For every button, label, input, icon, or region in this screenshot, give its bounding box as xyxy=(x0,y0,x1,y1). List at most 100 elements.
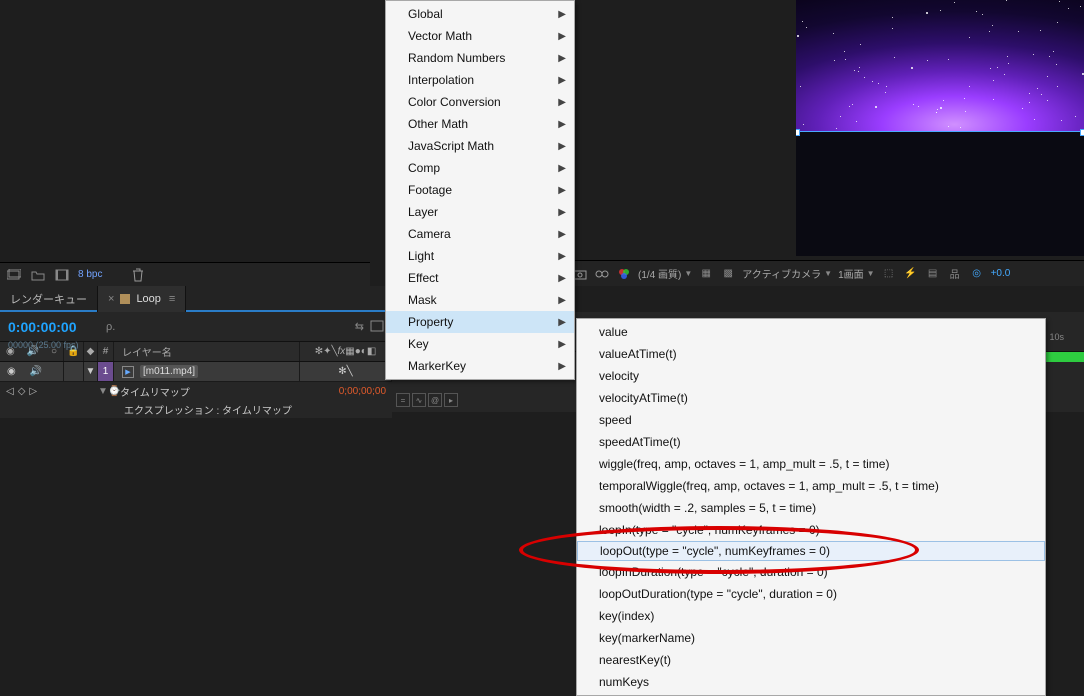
label-column-icon[interactable]: ◆ xyxy=(87,346,95,357)
new-folder-icon[interactable] xyxy=(30,268,46,282)
next-key-icon[interactable]: ▷ xyxy=(29,386,37,397)
menu-item-key[interactable]: Key▶ xyxy=(386,333,574,355)
menu-item-random-numbers[interactable]: Random Numbers▶ xyxy=(386,47,574,69)
submenu-item[interactable]: key(markerName) xyxy=(577,627,1045,649)
camera-dropdown[interactable]: アクティブカメラ▼ xyxy=(742,266,832,281)
submenu-item[interactable]: key(index) xyxy=(577,605,1045,627)
new-comp-icon[interactable] xyxy=(54,268,70,282)
project-bit-depth[interactable]: 8 bpc xyxy=(78,269,102,280)
submenu-item[interactable]: loopOutDuration(type = "cycle", duration… xyxy=(577,583,1045,605)
pixel-aspect-icon[interactable]: ⬚ xyxy=(881,267,897,281)
submenu-item[interactable]: valueAtTime(t) xyxy=(577,343,1045,365)
viewer-toolbar: (1/4 画質)▼ ▦ ▩ アクティブカメラ▼ 1画面▼ ⬚ ⚡ ▤ 品 ◎ +… xyxy=(566,260,1084,286)
tab-loop[interactable]: × Loop ≡ xyxy=(98,286,186,312)
expression-language-menu-icon[interactable]: ▸ xyxy=(444,393,458,407)
current-time[interactable]: 0:00:00:00 xyxy=(0,319,100,335)
submenu-item[interactable]: velocityAtTime(t) xyxy=(577,387,1045,409)
submenu-arrow-icon: ▶ xyxy=(558,251,566,262)
views-dropdown[interactable]: 1画面▼ xyxy=(838,266,874,281)
comp-flowchart-icon[interactable]: 品 xyxy=(947,267,963,281)
property-value[interactable]: 0;00;00;00 xyxy=(339,386,392,397)
menu-item-vector-math[interactable]: Vector Math▶ xyxy=(386,25,574,47)
menu-item-camera[interactable]: Camera▶ xyxy=(386,223,574,245)
submenu-arrow-icon: ▶ xyxy=(558,9,566,20)
fx-switch-icon[interactable]: fx xyxy=(338,346,346,357)
exposure-value[interactable]: +0.0 xyxy=(991,268,1011,279)
comp-icon xyxy=(120,294,130,304)
submenu-item[interactable]: loopIn(type = "cycle", numKeyframes = 0) xyxy=(577,519,1045,541)
resize-handle-br[interactable] xyxy=(1080,129,1084,136)
layer-name[interactable]: [m011.mp4] xyxy=(140,365,198,378)
menu-item-markerkey[interactable]: MarkerKey▶ xyxy=(386,355,574,377)
menu-item-other-math[interactable]: Other Math▶ xyxy=(386,113,574,135)
twirl-down-icon[interactable]: ▼ xyxy=(98,386,108,397)
interpret-footage-icon[interactable] xyxy=(6,268,22,282)
timeline-icon[interactable]: ▤ xyxy=(925,267,941,281)
submenu-item[interactable]: loopOut(type = "cycle", numKeyframes = 0… xyxy=(577,541,1045,561)
submenu-arrow-icon: ▶ xyxy=(558,119,566,130)
cached-preview-bar xyxy=(1040,352,1084,362)
frame-blend-icon[interactable]: ▦ xyxy=(345,346,354,357)
submenu-item[interactable]: velocity xyxy=(577,365,1045,387)
expression-enable-icon[interactable]: = xyxy=(396,393,410,407)
video-toggle-icon[interactable]: ◉ xyxy=(7,366,16,377)
menu-item-global[interactable]: Global▶ xyxy=(386,3,574,25)
shy-toggle-icon[interactable]: ⇆ xyxy=(355,320,364,333)
3d-switch-icon[interactable]: ◧ xyxy=(367,346,376,357)
submenu-item[interactable]: loopInDuration(type = "cycle", duration … xyxy=(577,561,1045,583)
fast-preview-icon[interactable]: ⚡ xyxy=(903,267,919,281)
tab-menu-icon[interactable]: ≡ xyxy=(169,293,175,305)
tab-label: レンダーキュー xyxy=(10,291,87,307)
menu-item-light[interactable]: Light▶ xyxy=(386,245,574,267)
show-channel-icon[interactable] xyxy=(594,267,610,281)
menu-item-mask[interactable]: Mask▶ xyxy=(386,289,574,311)
menu-item-effect[interactable]: Effect▶ xyxy=(386,267,574,289)
submenu-item[interactable]: speed xyxy=(577,409,1045,431)
submenu-arrow-icon: ▶ xyxy=(558,97,566,108)
menu-item-javascript-math[interactable]: JavaScript Math▶ xyxy=(386,135,574,157)
stopwatch-icon[interactable]: ⌚ xyxy=(108,386,120,397)
roi-icon[interactable]: ▦ xyxy=(698,267,714,281)
rgb-icon[interactable] xyxy=(616,267,632,281)
menu-item-layer[interactable]: Layer▶ xyxy=(386,201,574,223)
submenu-item[interactable]: speedAtTime(t) xyxy=(577,431,1045,453)
resize-handle-bl[interactable] xyxy=(796,129,800,136)
reset-exposure-icon[interactable]: ◎ xyxy=(969,267,985,281)
menu-item-color-conversion[interactable]: Color Conversion▶ xyxy=(386,91,574,113)
expression-property-submenu: valuevalueAtTime(t)velocityvelocityAtTim… xyxy=(576,318,1046,696)
expression-pickwhip-icon[interactable]: @ xyxy=(428,393,442,407)
graph-editor-icon[interactable] xyxy=(370,320,384,333)
submenu-item[interactable]: value xyxy=(577,321,1045,343)
submenu-item[interactable]: smooth(width = .2, samples = 5, t = time… xyxy=(577,497,1045,519)
property-name: タイムリマップ xyxy=(120,384,190,399)
submenu-item[interactable]: nearestKey(t) xyxy=(577,649,1045,671)
close-icon[interactable]: × xyxy=(108,293,114,305)
menu-item-interpolation[interactable]: Interpolation▶ xyxy=(386,69,574,91)
resolution-dropdown[interactable]: (1/4 画質)▼ xyxy=(638,266,692,281)
name-column: レイヤー名 xyxy=(122,344,172,359)
add-key-icon[interactable]: ◇ xyxy=(18,386,26,397)
property-time-remap-row[interactable]: ◁ ◇ ▷ ▼ ⌚ タイムリマップ 0;00;00;00 xyxy=(0,382,392,400)
shy-switch-icon[interactable]: ✻ xyxy=(315,346,323,357)
trash-icon[interactable] xyxy=(130,268,146,282)
submenu-item[interactable]: temporalWiggle(freq, amp, octaves = 1, a… xyxy=(577,475,1045,497)
menu-item-comp[interactable]: Comp▶ xyxy=(386,157,574,179)
submenu-item[interactable]: wiggle(freq, amp, octaves = 1, amp_mult … xyxy=(577,453,1045,475)
layer-row[interactable]: ◉ 🔊 ▼ 1 ▶ [m011.mp4] ✻ ╲ xyxy=(0,362,392,382)
composition-viewer[interactable] xyxy=(796,0,1084,256)
menu-item-footage[interactable]: Footage▶ xyxy=(386,179,574,201)
transparency-grid-icon[interactable]: ▩ xyxy=(720,267,736,281)
shy-layer-icon[interactable]: ✻ xyxy=(338,366,346,377)
search-icon[interactable]: ρ. xyxy=(106,321,115,333)
prev-key-icon[interactable]: ◁ xyxy=(6,386,14,397)
twirl-down-icon[interactable]: ▼ xyxy=(86,366,96,377)
expression-graph-icon[interactable]: ∿ xyxy=(412,393,426,407)
audio-toggle-icon[interactable]: 🔊 xyxy=(30,366,42,377)
quality-layer-icon[interactable]: ╲ xyxy=(347,366,353,377)
tab-render-queue[interactable]: レンダーキュー xyxy=(0,286,98,312)
submenu-arrow-icon: ▶ xyxy=(558,53,566,64)
property-expression-row[interactable]: エクスプレッション : タイムリマップ xyxy=(0,400,392,418)
frame-rate: 00000 (25.00 fps) xyxy=(8,340,79,350)
submenu-item[interactable]: numKeys xyxy=(577,671,1045,693)
menu-item-property[interactable]: Property▶ xyxy=(386,311,574,333)
